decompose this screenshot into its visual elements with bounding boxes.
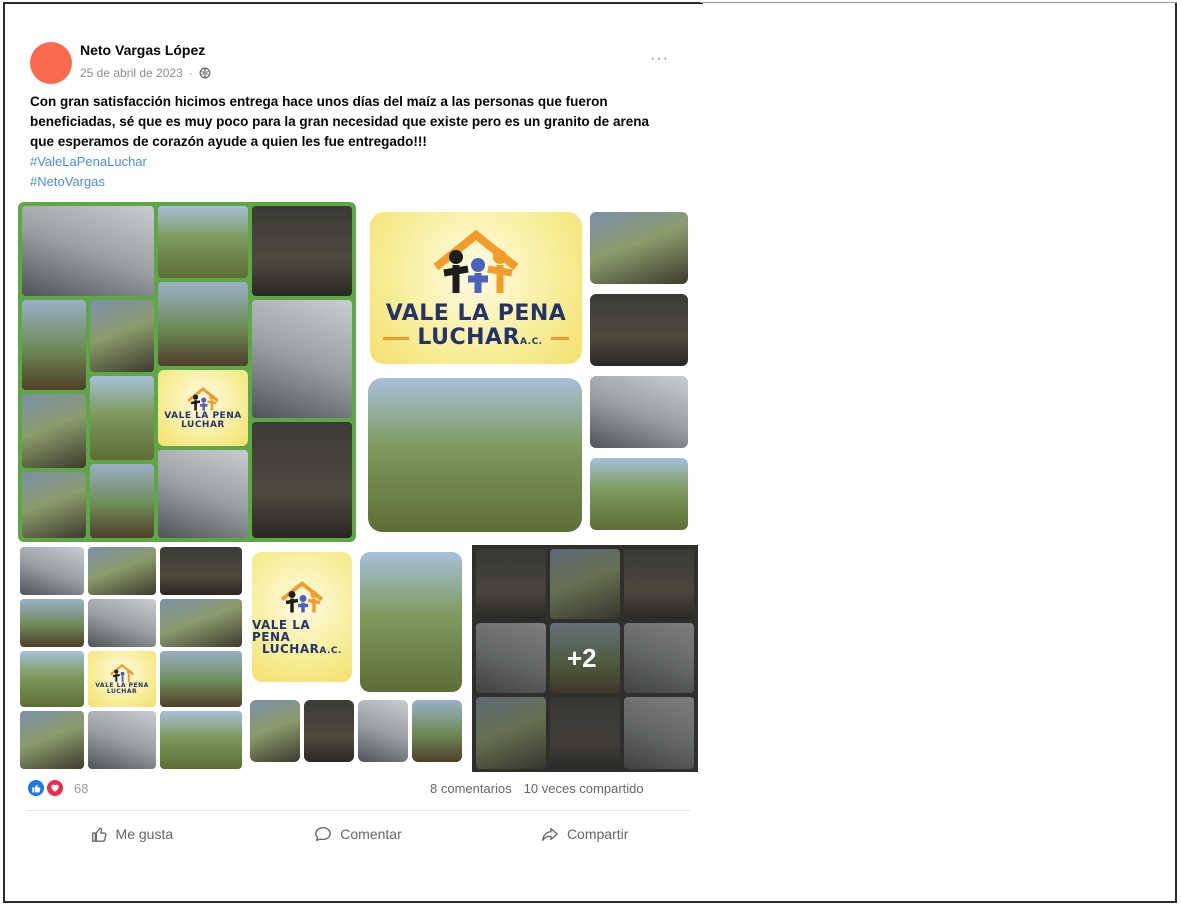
photo-thumb [22, 394, 86, 468]
photo-tile[interactable] [304, 700, 354, 762]
logo-text-line2: LUCHAR [181, 421, 225, 430]
facebook-post: Neto Vargas López 25 de abril de 2023 · … [18, 30, 704, 860]
photo-thumb [624, 623, 694, 693]
photo-tile[interactable] [412, 700, 462, 762]
photo-thumb [550, 697, 620, 769]
photo-thumb [90, 300, 154, 372]
post-meta: 25 de abril de 2023 · [80, 66, 211, 80]
divider [26, 810, 690, 811]
like-label: Me gusta [115, 826, 174, 842]
house-family-icon [433, 229, 519, 293]
logo-photo-small[interactable]: VALE LA PENA LUCHARA.C. [252, 552, 352, 682]
photo-tile[interactable] [250, 700, 300, 762]
house-family-icon [280, 580, 324, 612]
logo-text-luchar: LUCHAR [106, 688, 138, 695]
logo-text-line1: VALE LA PENA [252, 617, 311, 644]
photo-thumb [88, 711, 156, 769]
logo-text-line2: LUCHARA.C. [383, 327, 569, 349]
photo-thumb [160, 599, 242, 647]
logo-text-ac: A.C. [520, 337, 543, 347]
house-family-icon [187, 387, 219, 411]
reactions-count: 68 [74, 780, 89, 796]
house-family-icon [109, 663, 135, 682]
photo-thumb [158, 206, 248, 278]
logo-thumb: VALE LA PENA LUCHAR [158, 370, 248, 446]
photo-tile[interactable] [590, 212, 688, 284]
logo-photo[interactable]: VALE LA PENA LUCHARA.C. [370, 212, 582, 364]
photo-collage-1[interactable]: VALE LA PENA LUCHAR [18, 202, 356, 542]
photo-tile[interactable] [590, 294, 688, 366]
logo-text-luchar: LUCHAR [262, 641, 320, 656]
logo-text-ac: A.C. [319, 645, 342, 656]
thumbs-up-icon [91, 827, 107, 842]
share-label: Compartir [566, 826, 629, 842]
photo-thumb [160, 651, 242, 707]
photo-thumb [88, 599, 156, 647]
photo-thumb [550, 549, 620, 619]
sep-dot: · [188, 66, 193, 80]
photo-thumb [160, 711, 242, 769]
logo-dash [383, 336, 410, 340]
post-date[interactable]: 25 de abril de 2023 [80, 66, 183, 80]
hashtag-valelapenaluchar[interactable]: #ValeLaPenaLuchar [30, 152, 670, 172]
photo-thumb [22, 472, 86, 538]
photo-thumb [160, 547, 242, 595]
photo-thumb [624, 549, 694, 619]
engagement-counts: 8 comentarios 10 veces compartido [430, 781, 644, 796]
post-body: Con gran satisfacción hicimos entrega ha… [30, 94, 649, 149]
photo-thumb [20, 651, 84, 707]
post-actions: Me gusta Comentar Compartir [18, 816, 698, 852]
photo-thumb [624, 697, 694, 769]
logo-text-line1: VALE LA PENA [385, 301, 567, 326]
share-icon [542, 827, 558, 841]
share-button[interactable]: Compartir [471, 816, 698, 852]
photo-tile[interactable] [358, 700, 408, 762]
photo-thumb [88, 547, 156, 595]
logo-text-luchar: LUCHAR [417, 325, 521, 350]
photo-thumb [20, 599, 84, 647]
photo-tile[interactable] [590, 458, 688, 530]
photo-gallery: VALE LA PENA LUCHAR VALE LA PENA LUCHARA… [18, 202, 698, 772]
comment-label: Comentar [340, 826, 402, 842]
comment-icon [315, 827, 332, 841]
love-icon [46, 779, 64, 797]
photo-thumb [22, 206, 154, 296]
more-options-icon[interactable]: ··· [650, 50, 669, 68]
photo-thumb [90, 464, 154, 538]
photo-thumb [476, 697, 546, 769]
logo-text-luchar: LUCHAR [181, 420, 225, 430]
shares-count[interactable]: 10 veces compartido [524, 781, 644, 796]
photo-thumb [158, 282, 248, 366]
photo-thumb [476, 549, 546, 619]
photo-tile[interactable] [590, 376, 688, 448]
more-photos-count: +2 [567, 643, 597, 673]
photo-thumb [476, 623, 546, 693]
photo-tile[interactable] [360, 552, 462, 692]
comment-button[interactable]: Comentar [245, 816, 472, 852]
photo-thumb [22, 300, 86, 390]
photo-collage-more[interactable]: +2 [472, 545, 698, 772]
logo-text-line2: LUCHAR [107, 689, 137, 695]
avatar[interactable] [30, 42, 72, 84]
hashtag-netovargas[interactable]: #NetoVargas [30, 172, 670, 192]
like-icon [28, 780, 44, 796]
photo-thumb [252, 300, 352, 418]
post-text-block: Con gran satisfacción hicimos entrega ha… [30, 92, 670, 192]
logo-text-line2: LUCHARA.C. [262, 643, 342, 656]
photo-collage-2[interactable]: VALE LA PENA LUCHAR [18, 545, 244, 772]
logo-thumb: VALE LA PENA LUCHAR [88, 651, 156, 707]
photo-thumb [158, 450, 248, 538]
photo-thumb [252, 422, 352, 538]
photo-thumb [20, 547, 84, 595]
like-button[interactable]: Me gusta [18, 816, 245, 852]
reactions-summary[interactable]: 68 [28, 779, 88, 797]
photo-thumb [20, 711, 84, 769]
photo-thumb [90, 376, 154, 460]
globe-icon [199, 67, 211, 79]
post-author[interactable]: Neto Vargas López [80, 42, 205, 58]
logo-dash [550, 336, 569, 340]
photo-tile-landscape[interactable] [368, 378, 582, 532]
photo-thumb [252, 206, 352, 296]
comments-count[interactable]: 8 comentarios [430, 781, 512, 796]
